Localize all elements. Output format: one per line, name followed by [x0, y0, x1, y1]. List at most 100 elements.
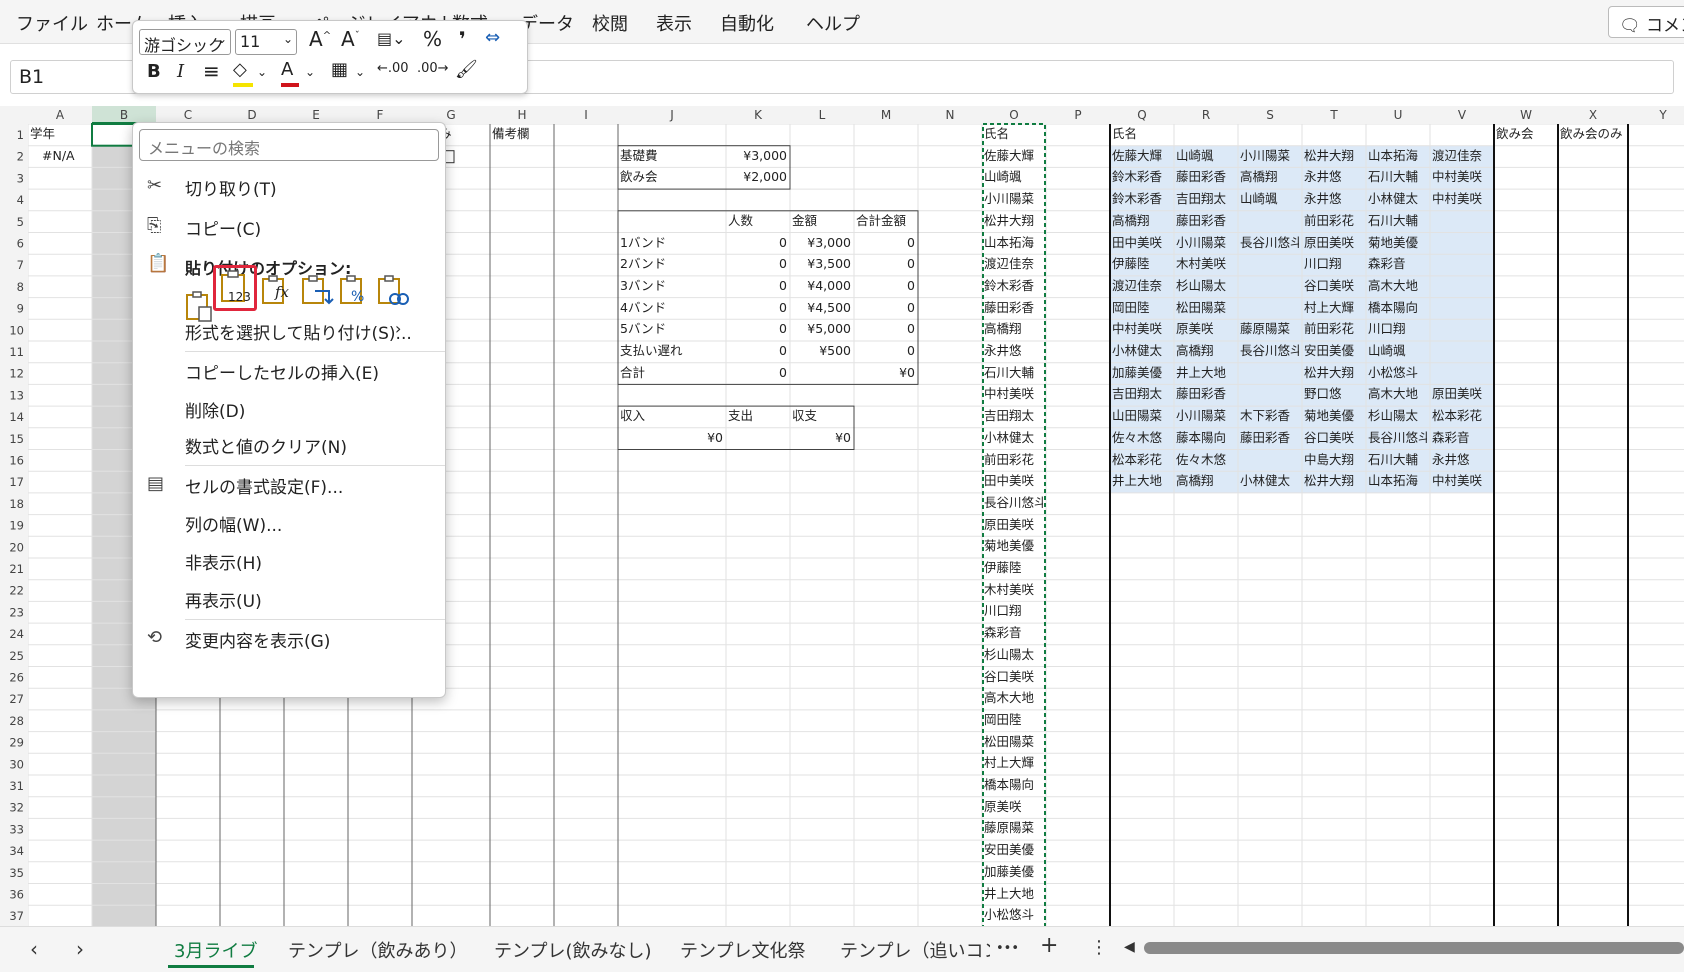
name-cell-q[interactable]: 森彩音: [1368, 254, 1427, 274]
paste-transpose-icon[interactable]: [299, 273, 335, 309]
band-header[interactable]: 合計金額: [856, 211, 915, 231]
row-header-24[interactable]: 24: [9, 627, 24, 641]
name-cell-q[interactable]: 前田彩花: [1304, 319, 1363, 339]
row-header-37[interactable]: 37: [9, 909, 24, 923]
font-size-select[interactable]: 11 ⌄: [235, 29, 297, 55]
menu-view[interactable]: 表示: [656, 10, 692, 36]
band-value[interactable]: ¥0: [856, 363, 915, 383]
band-value[interactable]: 0: [856, 254, 915, 274]
name-cell-q[interactable]: 菊地美優: [1368, 233, 1427, 253]
menu-item-insert-copied[interactable]: コピーしたセルの挿入(E): [185, 359, 379, 384]
row-header-15[interactable]: 15: [9, 432, 24, 446]
band-value[interactable]: 0: [728, 341, 787, 361]
row-header-27[interactable]: 27: [9, 692, 24, 706]
row-header-9[interactable]: 9: [17, 302, 24, 316]
menu-item-paste-special[interactable]: 形式を選択して貼り付け(S)...: [185, 319, 412, 344]
column-header-Q[interactable]: Q: [1137, 108, 1146, 122]
name-cell-q[interactable]: 松井大翔: [1304, 471, 1363, 491]
name-cell-q[interactable]: 鈴木彩香: [1112, 167, 1171, 187]
income-header[interactable]: 支出: [728, 406, 787, 426]
name-cell-q[interactable]: 山崎颯: [1240, 189, 1299, 209]
name-cell-q[interactable]: 山崎颯: [1176, 146, 1235, 166]
row-header-19[interactable]: 19: [9, 519, 24, 533]
column-header-D[interactable]: D: [247, 108, 256, 122]
row-header-25[interactable]: 25: [9, 649, 24, 663]
name-cell-o[interactable]: 小林健太: [984, 428, 1043, 448]
name-cell-q[interactable]: 井上大地: [1112, 471, 1171, 491]
name-cell-q[interactable]: 中村美咲: [1432, 189, 1491, 209]
name-cell-o[interactable]: 加藤美優: [984, 862, 1043, 882]
name-cell-q[interactable]: 橋本陽向: [1368, 298, 1427, 318]
row-header-6[interactable]: 6: [17, 237, 24, 251]
chevron-down-icon[interactable]: ⌄: [305, 65, 315, 79]
name-cell-o[interactable]: 藤田彩香: [984, 298, 1043, 318]
name-cell-o[interactable]: 山崎颯: [984, 167, 1043, 187]
name-cell-q[interactable]: 杉山陽太: [1368, 406, 1427, 426]
more-tabs-button[interactable]: •••: [996, 941, 1019, 956]
cell-H1[interactable]: 備考欄: [492, 124, 551, 144]
name-cell-q[interactable]: 高橋翔: [1176, 341, 1235, 361]
band-value[interactable]: ¥4,000: [792, 276, 851, 296]
name-cell-q[interactable]: 松田陽菜: [1176, 298, 1235, 318]
name-cell-q[interactable]: 中村美咲: [1432, 471, 1491, 491]
band-value[interactable]: ¥5,000: [792, 319, 851, 339]
column-header-R[interactable]: R: [1202, 108, 1210, 122]
name-cell-q[interactable]: 菊地美優: [1304, 406, 1363, 426]
column-header-J[interactable]: J: [669, 108, 674, 122]
italic-button[interactable]: I: [177, 61, 184, 82]
name-cell-o[interactable]: 吉田翔太: [984, 406, 1043, 426]
column-header-E[interactable]: E: [312, 108, 320, 122]
menu-item-clear[interactable]: 数式と値のクリア(N): [185, 433, 347, 458]
column-header-S[interactable]: S: [1266, 108, 1274, 122]
menu-item-column-width[interactable]: 列の幅(W)...: [185, 511, 282, 536]
increase-font-icon[interactable]: A^: [309, 27, 331, 51]
name-cell-q[interactable]: 小川陽菜: [1176, 406, 1235, 426]
name-cell-o[interactable]: 杉山陽太: [984, 645, 1043, 665]
row-header-7[interactable]: 7: [17, 258, 24, 272]
name-cell-q[interactable]: 高木大地: [1368, 276, 1427, 296]
name-cell-q[interactable]: 藤田彩香: [1176, 384, 1235, 404]
band-label[interactable]: 2バンド: [620, 254, 723, 274]
name-cell-o[interactable]: 井上大地: [984, 884, 1043, 904]
column-header-K[interactable]: K: [754, 108, 763, 122]
band-header[interactable]: 金額: [792, 211, 851, 231]
name-cell-q[interactable]: 石川大輔: [1368, 211, 1427, 231]
row-header-36[interactable]: 36: [9, 888, 24, 902]
column-header-T[interactable]: T: [1329, 108, 1338, 122]
wrap-text-icon[interactable]: ⇔: [485, 27, 500, 48]
name-cell-q[interactable]: 小林健太: [1112, 341, 1171, 361]
name-cell-q[interactable]: 小林健太: [1368, 189, 1427, 209]
cell-style-icon[interactable]: ▤⌄: [377, 29, 406, 48]
menu-automate[interactable]: 自動化: [720, 10, 774, 36]
tab-menu-button[interactable]: ⋮: [1090, 937, 1108, 958]
name-cell-q[interactable]: 山田陽菜: [1112, 406, 1171, 426]
fee-value[interactable]: ¥2,000: [728, 167, 787, 187]
menu-item-copy[interactable]: コピー(C): [185, 215, 261, 240]
column-header-W[interactable]: W: [1520, 108, 1532, 122]
tab-sheet-3[interactable]: テンプレ(飲みなし): [494, 937, 652, 963]
row-header-4[interactable]: 4: [17, 193, 24, 207]
band-value[interactable]: 0: [728, 363, 787, 383]
font-color-icon[interactable]: A: [281, 59, 299, 87]
name-cell-q[interactable]: 長谷川悠斗: [1368, 428, 1427, 448]
band-value[interactable]: 0: [856, 276, 915, 296]
column-header-M[interactable]: M: [881, 108, 891, 122]
tab-sheet-5[interactable]: テンプレ（追いコン: [840, 937, 990, 963]
band-value[interactable]: 0: [728, 276, 787, 296]
row-header-1[interactable]: 1: [17, 128, 24, 142]
name-cell-q[interactable]: 原田美咲: [1304, 233, 1363, 253]
income-header[interactable]: 収支: [792, 406, 851, 426]
names-header-o[interactable]: 氏名: [984, 124, 1043, 144]
add-sheet-button[interactable]: +: [1040, 933, 1058, 958]
name-cell-o[interactable]: 原美咲: [984, 797, 1043, 817]
chevron-down-icon[interactable]: ⌄: [355, 65, 365, 79]
tab-sheet-2[interactable]: テンプレ（飲みあり）: [288, 937, 467, 963]
band-value[interactable]: 0: [728, 233, 787, 253]
name-cell-q[interactable]: 木村美咲: [1176, 254, 1235, 274]
name-cell-q[interactable]: 藤田彩香: [1176, 167, 1235, 187]
paste-values-button[interactable]: 123: [213, 265, 257, 311]
names-header-q[interactable]: 氏名: [1112, 124, 1171, 144]
name-cell-q[interactable]: 吉田翔太: [1176, 189, 1235, 209]
row-header-10[interactable]: 10: [9, 323, 24, 337]
name-cell-q[interactable]: 伊藤陸: [1112, 254, 1171, 274]
